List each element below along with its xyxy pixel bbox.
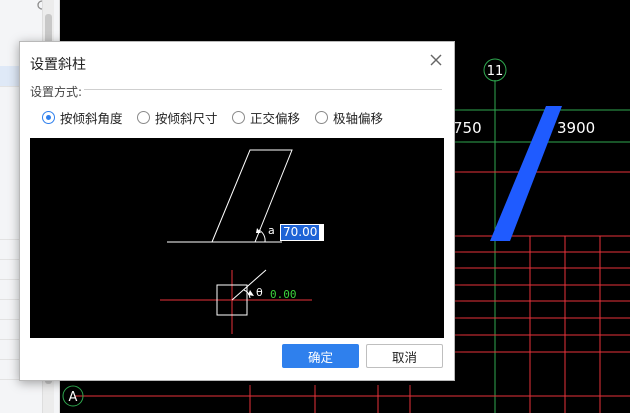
radio-indicator[interactable] (232, 110, 245, 124)
radio-orthogonal-offset[interactable]: 正交偏移 (232, 108, 300, 126)
radio-indicator[interactable] (42, 110, 55, 124)
radio-by-tilt-size[interactable]: 按倾斜尺寸 (137, 108, 218, 126)
radio-label: 按倾斜尺寸 (155, 110, 218, 126)
preview-diagram: a θ (160, 149, 312, 334)
radio-indicator[interactable] (315, 110, 328, 124)
alpha-angle-input[interactable]: 70.00 (280, 224, 324, 241)
radio-label: 极轴偏移 (333, 110, 384, 126)
alpha-angle-value: 70.00 (281, 225, 320, 240)
alpha-symbol: a (268, 224, 275, 237)
dimension-750: 750 (453, 119, 482, 137)
radio-indicator[interactable] (137, 110, 150, 124)
dialog-title: 设置斜柱 (30, 57, 86, 73)
axis-bubble-a-label: A (69, 390, 78, 405)
inclined-column[interactable] (490, 106, 562, 241)
theta-angle-value[interactable]: 0.00 (270, 288, 297, 301)
preview-canvas: a θ 70.00 0.00 (30, 138, 444, 338)
cancel-button[interactable]: 取消 (366, 344, 443, 368)
radio-by-tilt-angle[interactable]: 按倾斜角度 (42, 108, 123, 126)
dimension-3900: 3900 (557, 119, 595, 137)
radio-polar-offset[interactable]: 极轴偏移 (315, 108, 383, 126)
ok-button[interactable]: 确定 (282, 344, 359, 368)
mode-group-label: 设置方式: (30, 85, 83, 99)
radio-label: 正交偏移 (250, 110, 301, 126)
axis-bubble-11-label: 11 (487, 64, 504, 79)
arrow-icon (248, 290, 254, 296)
radio-label: 按倾斜角度 (60, 110, 123, 126)
close-icon[interactable] (426, 50, 446, 70)
theta-symbol: θ (256, 286, 263, 299)
set-inclined-column-dialog: 设置斜柱 设置方式: 按倾斜角度 按倾斜尺寸 正交偏移 极轴偏移 a θ 70.… (19, 41, 455, 381)
group-divider (84, 89, 442, 90)
